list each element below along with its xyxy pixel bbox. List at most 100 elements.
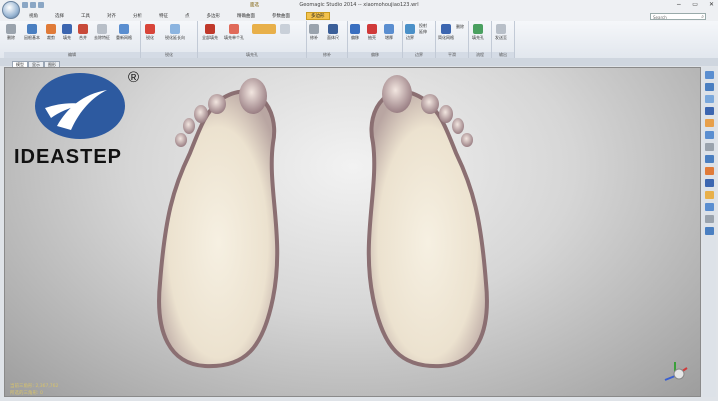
view-tool-13-icon[interactable] (705, 215, 714, 223)
shell-icon (367, 24, 377, 34)
tool-project-extend[interactable]: 投射 延伸 (419, 23, 427, 35)
view-tool-6-icon[interactable] (705, 131, 714, 139)
view-tool-3-icon[interactable] (705, 95, 714, 103)
trim-icon (46, 24, 56, 34)
logo-wordmark: IDEASTEP (14, 146, 123, 168)
doc-tab-strip (0, 58, 718, 66)
tool-send-to[interactable]: 发送至 (495, 24, 507, 41)
view-tool-11-icon[interactable] (705, 191, 714, 199)
tool-merge[interactable]: 合并 (78, 24, 88, 41)
menu-tab-view[interactable]: 视角 (28, 13, 39, 20)
status-triangle-count: 当前三角形: 2,367,762 (10, 384, 59, 389)
tool-fill-all[interactable]: 全部填充 (202, 24, 218, 41)
tool-repair[interactable]: 修补 (309, 24, 319, 41)
menu-tab-active[interactable]: 多边形 (306, 12, 330, 20)
sharpen-icon (145, 24, 155, 34)
merge-icon (78, 24, 88, 34)
fill-all-icon (205, 24, 215, 34)
fill-icon (62, 24, 72, 34)
fill-single-icon (229, 24, 239, 34)
ribbon-group-boundary: 边界 投射 延伸 边界 (403, 21, 436, 58)
tool-boundary[interactable]: 边界 (405, 24, 415, 41)
remesh-icon (119, 24, 129, 34)
remove-features-icon (97, 24, 107, 34)
tool-fill-single[interactable]: 填充单个孔 (224, 24, 244, 41)
simplify-icon (441, 24, 451, 34)
view-tool-2-icon[interactable] (705, 83, 714, 91)
menu-tab-select[interactable]: 选择 (54, 13, 65, 20)
window-title: Geomagic Studio 2014 -- xiaomohoujiao123… (299, 2, 419, 8)
right-foot-model (366, 75, 489, 369)
workflow-icon (473, 24, 483, 34)
menu-bar: 视角 选择 工具 对齐 分析 特征 点 多边形 精确曲面 参数曲面 多边形 (0, 11, 718, 21)
search-icon[interactable]: ⌕ (701, 14, 704, 20)
offset-icon (350, 24, 360, 34)
window-controls: − ▭ ✕ (676, 1, 714, 8)
foot-scan-render (35, 73, 688, 381)
chevron-left-right-icon (280, 24, 290, 34)
menu-tab-align[interactable]: 对齐 (106, 13, 117, 20)
tool-trim[interactable]: 裁剪 (46, 24, 56, 41)
tool-remesh[interactable]: 重新网格 (116, 24, 132, 41)
view-tool-12-icon[interactable] (705, 203, 714, 211)
send-to-icon (496, 24, 506, 34)
view-tool-14-icon[interactable] (705, 227, 714, 235)
menu-tab-features[interactable]: 特征 (158, 13, 169, 20)
menu-tab-polygons[interactable]: 多边形 (206, 13, 222, 20)
3d-viewport[interactable]: IDEASTEP ® 当前三角形: 2,367,762 所选的三角形: 0 (4, 67, 701, 397)
repair-icon (309, 24, 319, 34)
view-tool-1-icon[interactable] (705, 71, 714, 79)
menu-tab-exact-surfaces[interactable]: 精确曲面 (236, 13, 256, 20)
ribbon-group-output: 发送至 输出 (492, 21, 515, 58)
close-button[interactable]: ✕ (709, 1, 714, 8)
ribbon-group-offset: 偏移 抽壳 增厚 偏移 (348, 21, 403, 58)
view-tool-5-icon[interactable] (705, 119, 714, 127)
registered-mark: ® (128, 69, 140, 86)
tool-offset[interactable]: 偏移 (350, 24, 360, 41)
title-bar: 面选 Geomagic Studio 2014 -- xiaomohoujiao… (0, 0, 718, 19)
axis-triad-icon[interactable] (664, 362, 688, 381)
tool-base[interactable]: 因根基本 (24, 24, 40, 41)
view-tool-9-icon[interactable] (705, 167, 714, 175)
tool-face-ruler[interactable]: 面体尺 (327, 24, 339, 41)
base-icon (27, 24, 37, 34)
tool-fill[interactable]: 填充 (62, 24, 72, 41)
view-tool-4-icon[interactable] (705, 107, 714, 115)
tool-hole-options[interactable] (252, 24, 276, 35)
tool-delete[interactable]: 删除 (6, 24, 16, 41)
ribbon-group-sharpen: 锐化 锐化延长向 锐化 (141, 21, 198, 58)
app-orb-icon[interactable] (2, 1, 20, 19)
ribbon-group-workflow: 填充孔 流程 (469, 21, 492, 58)
sharpen-extend-icon (170, 24, 180, 34)
view-tool-8-icon[interactable] (705, 155, 714, 163)
boundary-icon (405, 24, 415, 34)
menu-tab-tools[interactable]: 工具 (80, 13, 91, 20)
view-tool-7-icon[interactable] (705, 143, 714, 151)
menu-tab-parametric-surfaces[interactable]: 参数曲面 (271, 13, 291, 20)
tool-sharpen-extend[interactable]: 锐化延长向 (165, 24, 185, 41)
thicken-icon (384, 24, 394, 34)
search-input[interactable]: Search ⌕ (650, 13, 706, 20)
right-toolbar (703, 67, 716, 397)
tool-sharpen[interactable]: 锐化 (145, 24, 155, 41)
tool-thicken[interactable]: 增厚 (384, 24, 394, 41)
face-ruler-icon (328, 24, 338, 34)
delete-icon (6, 24, 16, 34)
ideastep-logo-icon (35, 73, 125, 139)
ribbon-group-repair: 修补 面体尺 修补 (307, 21, 348, 58)
status-selected-triangles: 所选的三角形: 0 (10, 391, 43, 396)
tool-shell[interactable]: 抽壳 (367, 24, 377, 41)
menu-tab-points[interactable]: 点 (184, 13, 191, 20)
ribbon: 删除 因根基本 裁剪 填充 合并 去除特征 重新网格 编辑 锐化 锐化延长向 锐… (0, 21, 718, 59)
minimize-button[interactable]: − (676, 1, 681, 8)
ribbon-group-smooth: 简化网格 删除 平滑 (436, 21, 469, 58)
tool-workflow-fill[interactable]: 填充孔 (472, 24, 484, 41)
left-foot-model (157, 78, 280, 369)
view-tool-10-icon[interactable] (705, 179, 714, 187)
menu-tab-analysis[interactable]: 分析 (132, 13, 143, 20)
maximize-button[interactable]: ▭ (692, 1, 698, 8)
tool-simplify[interactable]: 简化网格 (438, 24, 454, 41)
tool-smooth-delete[interactable]: 删除 (456, 24, 464, 30)
tool-nav-arrows[interactable] (280, 24, 290, 35)
tool-remove-features[interactable]: 去除特征 (94, 24, 110, 41)
